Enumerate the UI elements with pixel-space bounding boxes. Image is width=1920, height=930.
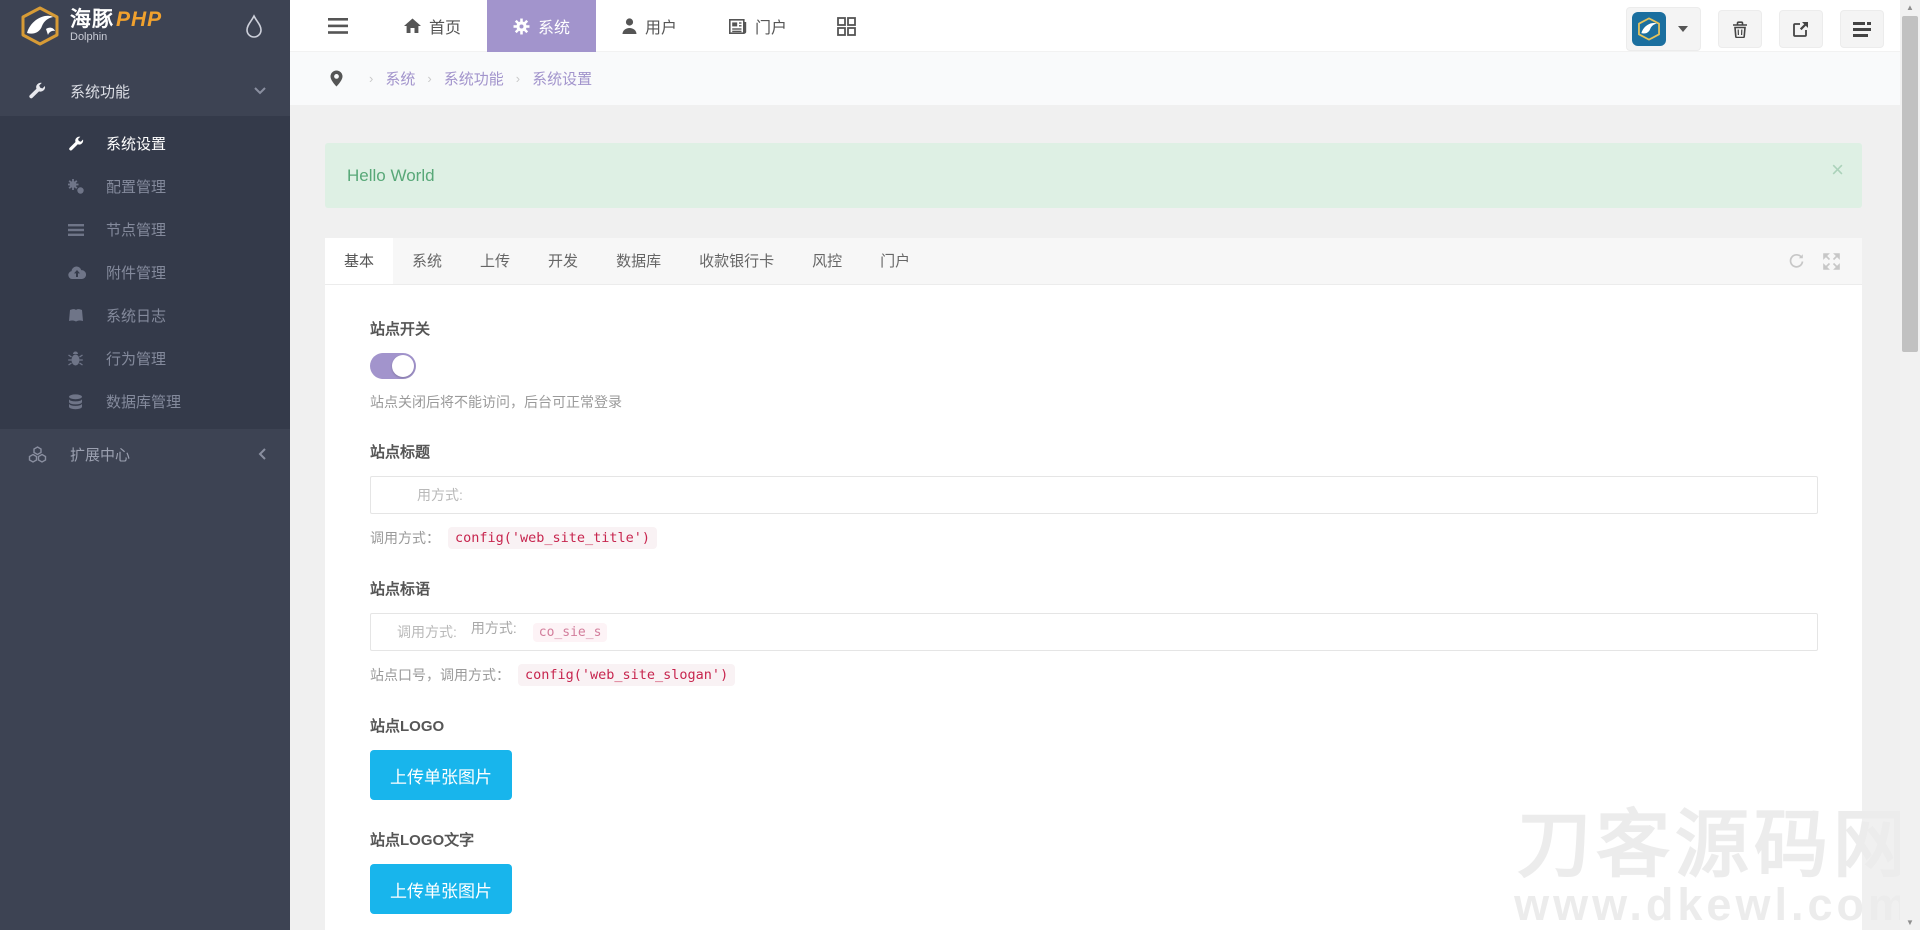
settings-panel: 基本 系统 上传 开发 数据库 收款银行卡 风控 门户 站点开关 站点关闭后将不…	[325, 238, 1862, 930]
chevron-down-icon	[254, 87, 266, 95]
page-scrollbar[interactable]: ▲ ▼	[1900, 0, 1920, 930]
chevron-left-icon	[258, 448, 266, 460]
sidebar-section-label: 扩展中心	[70, 444, 130, 465]
map-marker-icon	[330, 70, 343, 87]
trash-icon	[1732, 21, 1748, 38]
newspaper-icon	[729, 19, 747, 34]
scrollbar-thumb[interactable]	[1902, 16, 1918, 352]
bug-icon	[68, 351, 88, 367]
field-label: 站点LOGO文字	[370, 829, 1818, 850]
sidebar-toggle-button[interactable]	[308, 0, 368, 52]
nav-item-system[interactable]: 系统	[487, 0, 596, 52]
nav-item-portal[interactable]: 门户	[703, 0, 813, 52]
site-switch-toggle[interactable]	[370, 353, 416, 379]
database-icon	[68, 394, 88, 410]
wrench-icon	[68, 136, 88, 152]
sidebar-item-system-settings[interactable]: 系统设置	[0, 122, 290, 165]
sidebar-section-system-functions[interactable]: 系统功能	[0, 66, 290, 116]
user-menu-button[interactable]	[1626, 7, 1701, 51]
tab-basic[interactable]: 基本	[325, 238, 393, 284]
sidebar-menu: 系统功能 系统设置 配置管理 节点管理	[0, 52, 290, 479]
open-frontend-button[interactable]	[1779, 10, 1823, 48]
module-list-button[interactable]	[1840, 10, 1884, 48]
code-snippet: config('web_site_title')	[448, 527, 657, 549]
settings-form: 站点开关 站点关闭后将不能访问，后台可正常登录 站点标题 用方式: 调用方式： …	[325, 285, 1862, 930]
field-help: 调用方式： config('web_site_title')	[370, 527, 1818, 549]
sidebar-section-label: 系统功能	[70, 81, 130, 102]
nav-item-home[interactable]: 首页	[378, 0, 487, 52]
apps-grid-icon[interactable]	[813, 0, 880, 52]
code-snippet: config('web_site_slogan')	[518, 664, 735, 686]
tab-upload[interactable]: 上传	[461, 238, 529, 284]
tab-system[interactable]: 系统	[393, 238, 461, 284]
field-help: 站点口号，调用方式： config('web_site_slogan')	[370, 664, 1818, 686]
sidebar-section-extension-center[interactable]: 扩展中心	[0, 429, 290, 479]
list-layout-icon	[1853, 22, 1871, 37]
sidebar: 海豚PHP Dolphin 系统功能 系统设置	[0, 0, 290, 930]
tab-database[interactable]: 数据库	[597, 238, 680, 284]
cloud-upload-icon	[68, 266, 88, 280]
success-alert: Hello World ×	[325, 143, 1862, 208]
field-label: 站点标语	[370, 578, 1818, 599]
brand-name: 海豚PHP	[70, 8, 162, 31]
sidebar-item-node-management[interactable]: 节点管理	[0, 208, 290, 251]
alert-close-button[interactable]: ×	[1831, 159, 1844, 181]
sidebar-item-system-log[interactable]: 系统日志	[0, 294, 290, 337]
tab-portal[interactable]: 门户	[861, 238, 929, 284]
nav-item-user[interactable]: 用户	[596, 0, 703, 52]
droplet-icon	[244, 14, 264, 38]
field-label: 站点LOGO	[370, 715, 1818, 736]
upload-logo-text-button[interactable]: 上传单张图片	[370, 864, 512, 914]
breadcrumb-link-system-functions[interactable]: 系统功能	[444, 68, 504, 89]
dolphin-logo-icon	[18, 6, 62, 46]
sidebar-item-config-management[interactable]: 配置管理	[0, 165, 290, 208]
field-help: 站点关闭后将不能访问，后台可正常登录	[370, 392, 1818, 412]
fullscreen-icon[interactable]	[1823, 253, 1840, 270]
settings-tabs: 基本 系统 上传 开发 数据库 收款银行卡 风控 门户	[325, 238, 1862, 285]
tab-bank-card[interactable]: 收款银行卡	[680, 238, 793, 284]
code-snippet: co_sie_s	[533, 623, 608, 642]
sidebar-item-behavior-management[interactable]: 行为管理	[0, 337, 290, 380]
sidebar-submenu: 系统设置 配置管理 节点管理 附件管理	[0, 116, 290, 429]
main-content: Hello World × 基本 系统 上传 开发 数据库 收款银行卡 风控 门…	[290, 105, 1900, 930]
gears-icon	[68, 179, 88, 195]
site-title-input[interactable]: 用方式:	[370, 476, 1818, 514]
breadcrumb-link-system[interactable]: 系统	[385, 68, 415, 89]
top-nav-menu: 首页 系统 用户 门户	[378, 0, 880, 52]
field-site-slogan: 站点标语 调用方式: 用方式: co_sie_s 站点口号，调用方式： conf…	[370, 578, 1818, 686]
scroll-down-arrow[interactable]: ▼	[1900, 915, 1920, 930]
book-icon	[68, 308, 88, 323]
user-icon	[622, 18, 637, 34]
chevron-down-icon	[1678, 26, 1688, 32]
alert-message: Hello World	[347, 166, 435, 186]
external-link-icon	[1793, 21, 1809, 37]
site-slogan-input[interactable]: 调用方式: 用方式: co_sie_s	[370, 613, 1818, 651]
list-icon	[68, 223, 88, 237]
sidebar-item-attachment-management[interactable]: 附件管理	[0, 251, 290, 294]
header-actions	[1626, 7, 1884, 51]
tab-risk-control[interactable]: 风控	[793, 238, 861, 284]
gear-icon	[513, 18, 530, 35]
cubes-icon	[28, 446, 48, 463]
field-site-title: 站点标题 用方式: 调用方式： config('web_site_title')	[370, 441, 1818, 549]
field-site-switch: 站点开关 站点关闭后将不能访问，后台可正常登录	[370, 318, 1818, 412]
scroll-up-arrow[interactable]: ▲	[1900, 0, 1920, 15]
refresh-icon[interactable]	[1788, 253, 1805, 270]
brand-subtitle: Dolphin	[70, 32, 162, 43]
top-navbar: 首页 系统 用户 门户	[290, 0, 1900, 52]
avatar	[1632, 12, 1666, 46]
home-icon	[404, 18, 421, 34]
tab-develop[interactable]: 开发	[529, 238, 597, 284]
field-site-logo-text: 站点LOGO文字 上传单张图片	[370, 829, 1818, 914]
upload-logo-button[interactable]: 上传单张图片	[370, 750, 512, 800]
field-label: 站点开关	[370, 318, 1818, 339]
field-site-logo: 站点LOGO 上传单张图片	[370, 715, 1818, 800]
breadcrumb: › 系统 › 系统功能 › 系统设置	[290, 52, 1900, 105]
wrench-icon	[28, 82, 48, 100]
sidebar-item-database-management[interactable]: 数据库管理	[0, 380, 290, 423]
breadcrumb-link-system-settings[interactable]: 系统设置	[532, 68, 592, 89]
brand-logo[interactable]: 海豚PHP Dolphin	[0, 0, 290, 52]
clear-cache-button[interactable]	[1718, 10, 1762, 48]
field-label: 站点标题	[370, 441, 1818, 462]
